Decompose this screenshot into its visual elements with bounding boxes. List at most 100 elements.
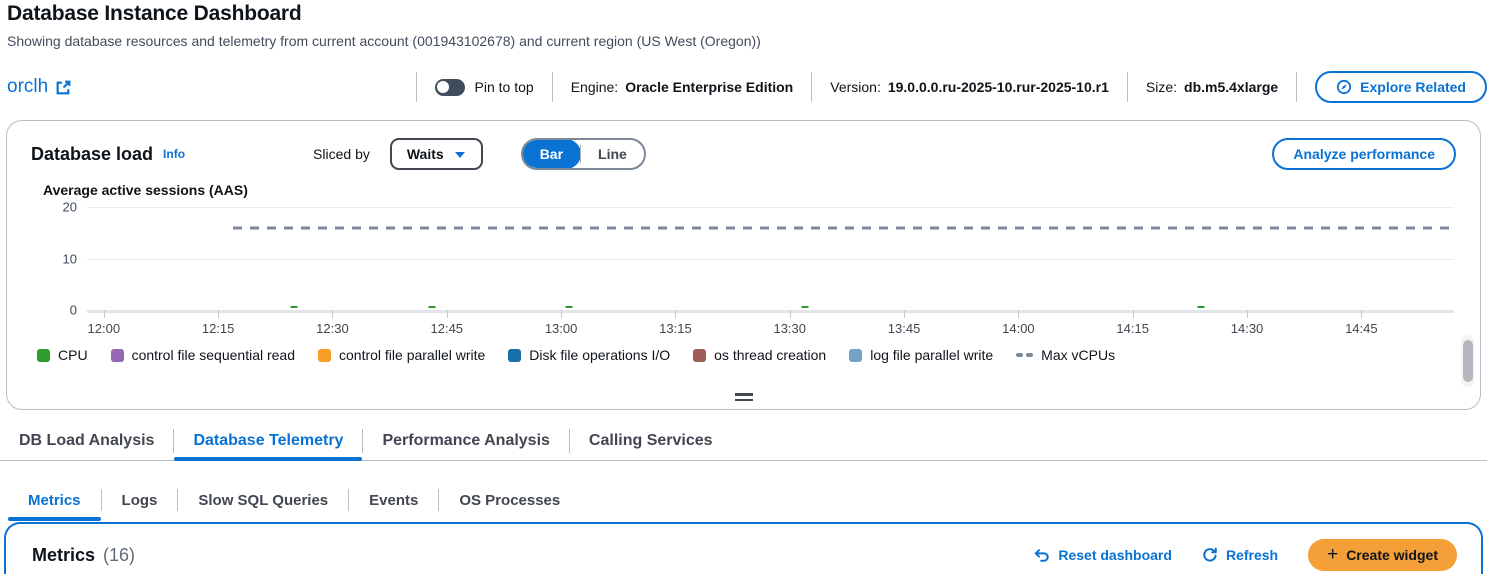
pin-to-top-control: Pin to top xyxy=(434,78,534,96)
x-axis-label: 14:15 xyxy=(1116,321,1149,336)
slice-dropdown-value: Waits xyxy=(406,146,444,162)
version-value: 19.0.0.0.ru-2025-10.rur-2025-10.r1 xyxy=(887,79,1109,95)
x-axis-label: 13:15 xyxy=(659,321,692,336)
x-axis-label: 12:45 xyxy=(430,321,464,336)
x-axis-tick xyxy=(1018,310,1020,318)
legend-dashes-icon xyxy=(1016,353,1034,357)
resize-drag-handle[interactable] xyxy=(734,390,753,404)
legend-item[interactable]: CPU xyxy=(37,347,88,363)
gridline-y-0 xyxy=(87,310,1454,313)
x-axis-label: 13:00 xyxy=(544,321,578,336)
subtab-slow-sql-queries[interactable]: Slow SQL Queries xyxy=(178,482,348,518)
gridline-y-20 xyxy=(87,207,1454,208)
size-field: Size: db.m5.4xlarge xyxy=(1146,79,1278,95)
aas-bar[interactable] xyxy=(290,305,298,308)
legend-item[interactable]: log file parallel write xyxy=(849,347,993,363)
tab-db-load-analysis[interactable]: DB Load Analysis xyxy=(0,422,173,460)
legend-label: control file sequential read xyxy=(131,347,295,363)
analyze-performance-button[interactable]: Analyze performance xyxy=(1272,138,1456,170)
refresh-button[interactable]: Refresh xyxy=(1202,547,1278,563)
x-axis-label: 14:00 xyxy=(1002,321,1035,336)
aas-bar[interactable] xyxy=(565,305,573,308)
view-option-bar[interactable]: Bar xyxy=(522,140,582,168)
aas-bar[interactable] xyxy=(428,305,436,308)
tab-calling-services[interactable]: Calling Services xyxy=(570,422,732,460)
instance-bar: orclh Pin to top Engine: Oracle Enterpri… xyxy=(0,70,1487,104)
explore-related-button[interactable]: Explore Related xyxy=(1315,71,1487,103)
aas-bar[interactable] xyxy=(801,305,809,308)
legend-item[interactable]: os thread creation xyxy=(693,347,826,363)
pin-to-top-toggle[interactable] xyxy=(434,78,465,96)
create-widget-button[interactable]: + Create widget xyxy=(1308,539,1457,571)
page: Database Instance Dashboard Showing data… xyxy=(0,0,1487,574)
info-link[interactable]: Info xyxy=(163,147,185,161)
legend-item[interactable]: control file sequential read xyxy=(110,347,295,363)
page-subtitle: Showing database resources and telemetry… xyxy=(7,33,761,49)
database-load-card: Database load Info Sliced by Waits Bar L… xyxy=(6,120,1481,410)
aas-legend: CPU control file sequential read control f… xyxy=(37,347,1456,363)
metrics-panel: Metrics (16) Reset dashboard Refresh + C… xyxy=(4,522,1483,574)
legend-label: control file parallel write xyxy=(339,347,486,363)
x-axis-label: 14:30 xyxy=(1230,321,1264,336)
card-scrollbar-thumb[interactable] xyxy=(1462,340,1473,382)
size-value: db.m5.4xlarge xyxy=(1184,79,1279,95)
instance-name-link[interactable]: orclh xyxy=(7,76,72,98)
legend-label: Disk file operations I/O xyxy=(529,347,671,363)
x-axis-label: 14:45 xyxy=(1345,321,1378,336)
explore-related-label: Explore Related xyxy=(1360,79,1466,95)
max-vcpus-line xyxy=(233,226,1454,230)
legend-swatch-icon xyxy=(849,348,863,362)
legend-swatch-icon xyxy=(508,348,522,362)
legend-label: CPU xyxy=(58,347,88,363)
x-axis-tick xyxy=(904,310,906,318)
subtab-metrics[interactable]: Metrics xyxy=(8,482,101,521)
slice-dropdown[interactable]: Waits xyxy=(389,138,483,170)
view-segmented-control: Bar Line xyxy=(520,138,646,170)
create-widget-label: Create widget xyxy=(1346,547,1438,563)
aas-plot: 0 10 20 12:00 12:15 12:30 12:45 13:00 13:15 13:30… xyxy=(63,200,1454,336)
tab-database-telemetry[interactable]: Database Telemetry xyxy=(174,422,363,461)
legend-swatch-icon xyxy=(110,348,124,362)
reset-dashboard-button[interactable]: Reset dashboard xyxy=(1034,547,1172,563)
legend-item[interactable]: Max vCPUs xyxy=(1016,347,1115,363)
reset-dashboard-label: Reset dashboard xyxy=(1058,547,1172,563)
subtab-os-processes[interactable]: OS Processes xyxy=(439,482,580,518)
version-field: Version: 19.0.0.0.ru-2025-10.rur-2025-10… xyxy=(830,79,1109,95)
aas-chart: Average active sessions (AAS) 0 10 20 12:00… xyxy=(37,182,1454,336)
subtab-events[interactable]: Events xyxy=(349,482,438,518)
x-axis-label: 13:45 xyxy=(887,321,921,336)
divider xyxy=(811,72,813,102)
engine-label: Engine: xyxy=(570,79,619,95)
chevron-down-icon xyxy=(454,146,466,162)
legend-label: log file parallel write xyxy=(870,347,994,363)
aas-bar[interactable] xyxy=(1197,305,1205,308)
legend-item[interactable]: Disk file operations I/O xyxy=(508,347,670,363)
legend-label: Max vCPUs xyxy=(1041,347,1116,363)
card-scrollbar-track xyxy=(1461,335,1474,387)
instance-meta: Pin to top Engine: Oracle Enterprise Edi… xyxy=(398,71,1487,103)
instance-name-label: orclh xyxy=(7,76,49,97)
view-option-line[interactable]: Line xyxy=(581,140,644,168)
subtab-logs[interactable]: Logs xyxy=(102,482,178,518)
telemetry-subtabs: Metrics Logs Slow SQL Queries Events OS … xyxy=(0,482,1487,521)
external-link-icon xyxy=(55,79,72,96)
x-axis-label: 12:00 xyxy=(87,321,121,336)
undo-icon xyxy=(1034,547,1050,563)
version-label: Version: xyxy=(830,79,881,95)
metrics-actions: Reset dashboard Refresh + Create widget xyxy=(1034,539,1457,571)
divider xyxy=(415,72,417,102)
x-axis-label: 12:30 xyxy=(316,321,349,336)
toggle-knob xyxy=(437,81,450,93)
gridline-y-10 xyxy=(87,258,1454,260)
legend-swatch-icon xyxy=(693,348,707,362)
legend-item[interactable]: control file parallel write xyxy=(318,347,485,363)
legend-swatch-icon xyxy=(37,348,50,362)
pin-to-top-label: Pin to top xyxy=(474,79,534,95)
x-axis-tick xyxy=(789,310,791,318)
x-axis-tick xyxy=(446,310,448,318)
metrics-title: Metrics xyxy=(32,544,96,565)
tab-performance-analysis[interactable]: Performance Analysis xyxy=(363,422,568,460)
y-axis-label: 0 xyxy=(69,302,77,318)
plus-icon: + xyxy=(1327,543,1339,565)
x-axis-tick xyxy=(1132,310,1134,318)
